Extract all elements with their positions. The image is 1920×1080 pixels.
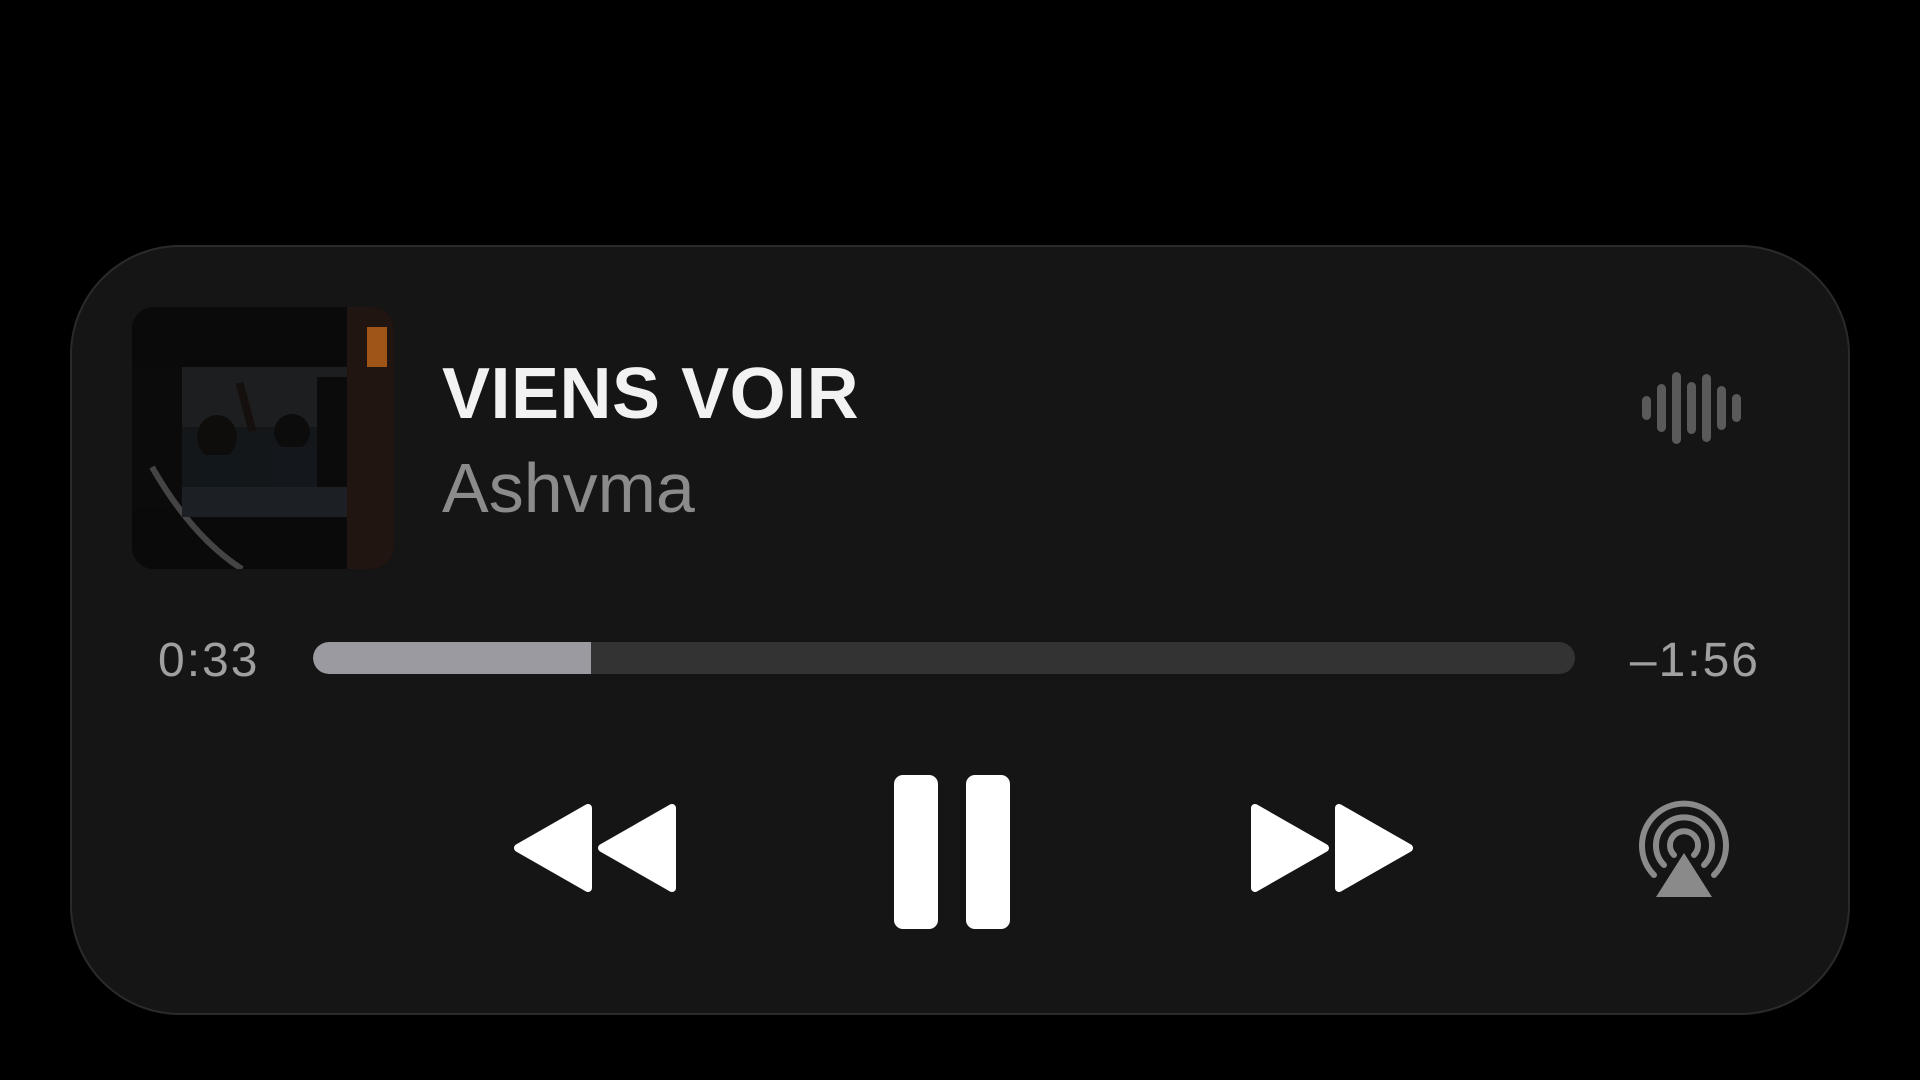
track-artist[interactable]: Ashvma: [442, 448, 695, 528]
progress-fill: [313, 642, 591, 674]
fast-forward-icon: [1251, 804, 1413, 892]
airplay-icon: [1639, 800, 1729, 897]
fast-forward-button[interactable]: [1242, 798, 1417, 898]
progress-scrubber[interactable]: [313, 642, 1575, 674]
rewind-button[interactable]: [510, 798, 685, 898]
remaining-time: –1:56: [1629, 634, 1760, 687]
waveform-icon: [1640, 368, 1750, 448]
pause-icon: [894, 775, 1010, 929]
airplay-button[interactable]: [1632, 797, 1736, 901]
track-title: VIENS VOIR: [442, 354, 860, 434]
album-artwork-image: [132, 307, 394, 569]
now-playing-panel: VIENS VOIR Ashvma 0:33 –1:56: [70, 245, 1850, 1015]
rewind-icon: [514, 804, 676, 892]
pause-button[interactable]: [892, 773, 1012, 931]
album-artwork[interactable]: [132, 307, 394, 569]
elapsed-time: 0:33: [158, 634, 260, 687]
